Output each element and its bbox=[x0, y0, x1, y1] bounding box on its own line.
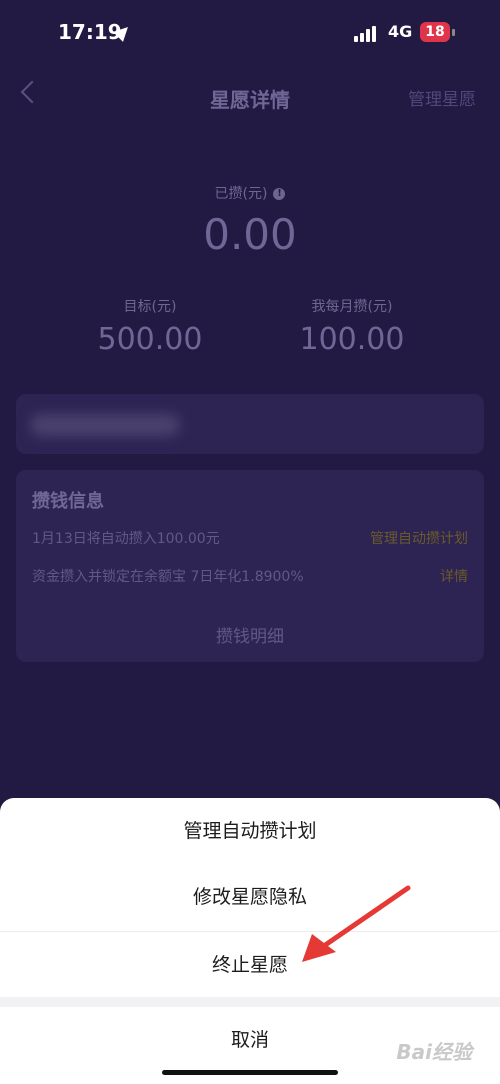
status-bar: 17:19 4G 18 bbox=[0, 0, 500, 70]
saved-label-text: 已攒(元) bbox=[214, 186, 268, 202]
monthly-label: 我每月攒(元) bbox=[311, 299, 393, 315]
saving-details-button[interactable]: 攒钱明细 bbox=[0, 622, 500, 647]
modify-wish-privacy-option[interactable]: 修改星愿隐私 bbox=[0, 864, 500, 930]
watermark: Bai经验 bbox=[396, 1040, 472, 1064]
nav-bar: 星愿详情 管理星愿 bbox=[0, 70, 500, 125]
target-stat: 目标(元) 500.00 bbox=[50, 296, 250, 357]
target-value: 500.00 bbox=[97, 322, 203, 357]
info-icon[interactable]: ! bbox=[273, 188, 286, 200]
monthly-stat: 我每月攒(元) 100.00 bbox=[252, 296, 452, 357]
red-arrow-annotation-icon bbox=[302, 885, 411, 962]
terminate-wish-option[interactable]: 终止星愿 bbox=[0, 931, 500, 998]
auto-save-text: 1月13日将自动攒入100.00元 bbox=[32, 531, 220, 547]
home-indicator bbox=[162, 1070, 338, 1075]
battery-tip bbox=[452, 29, 455, 36]
monthly-value: 100.00 bbox=[299, 322, 405, 357]
saving-info-title: 攒钱信息 bbox=[32, 491, 104, 512]
cellular-signal-icon bbox=[354, 24, 380, 42]
blurred-wish-name bbox=[30, 414, 180, 436]
manage-wish-button[interactable]: 管理星愿 bbox=[408, 85, 476, 110]
details-link[interactable]: 详情 bbox=[440, 566, 468, 586]
network-type: 4G bbox=[388, 22, 413, 41]
auto-save-row: 1月13日将自动攒入100.00元 管理自动攒计划 bbox=[32, 528, 468, 548]
manage-auto-save-link[interactable]: 管理自动攒计划 bbox=[370, 528, 468, 548]
battery-icon: 18 bbox=[420, 22, 450, 42]
fund-lock-row: 资金攒入并锁定在余额宝 7日年化1.8900% 详情 bbox=[32, 566, 468, 586]
target-label: 目标(元) bbox=[123, 299, 177, 315]
fund-lock-text: 资金攒入并锁定在余额宝 7日年化1.8900% bbox=[32, 569, 304, 585]
sheet-divider bbox=[0, 997, 500, 1007]
saved-label: 已攒(元)! bbox=[0, 183, 500, 203]
saved-amount: 0.00 bbox=[203, 210, 297, 259]
manage-auto-save-plan-option[interactable]: 管理自动攒计划 bbox=[0, 798, 500, 864]
